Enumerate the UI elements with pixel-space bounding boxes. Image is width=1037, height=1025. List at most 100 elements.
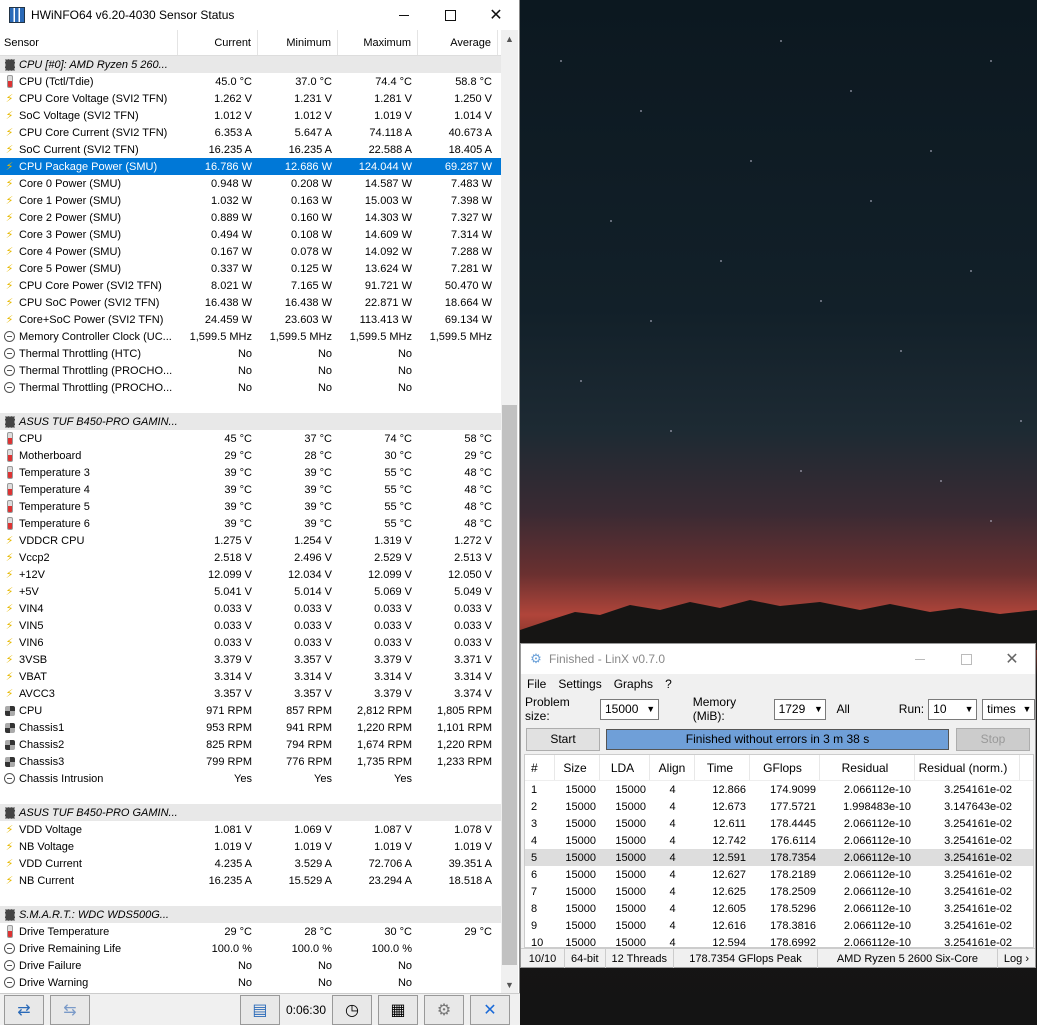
sensor-row[interactable]: 3VSB 3.379 V 3.357 V 3.379 V 3.371 V: [0, 651, 501, 668]
sensor-row[interactable]: Temperature 3 39 °C 39 °C 55 °C 48 °C: [0, 464, 501, 481]
clock-reset-icon[interactable]: ◷: [332, 994, 372, 1025]
sensor-row[interactable]: Chassis Intrusion Yes Yes Yes: [0, 770, 501, 787]
sensor-row[interactable]: VIN4 0.033 V 0.033 V 0.033 V 0.033 V: [0, 600, 501, 617]
sensor-row[interactable]: VDD Current 4.235 A 3.529 A 72.706 A 39.351 …: [0, 855, 501, 872]
sensor-row[interactable]: NB Current 16.235 A 15.529 A 23.294 A 18.518…: [0, 872, 501, 889]
column-header-residual[interactable]: Residual: [820, 755, 915, 780]
sensor-row[interactable]: Drive Warning No No No: [0, 974, 501, 991]
sensor-row[interactable]: Thermal Throttling (PROCHO... No No No: [0, 379, 501, 396]
stop-button[interactable]: Stop: [956, 727, 1030, 751]
sensor-row[interactable]: Core 2 Power (SMU) 0.889 W 0.160 W 14.303 W…: [0, 209, 501, 226]
column-header-current[interactable]: Current: [178, 30, 258, 55]
sensor-row[interactable]: Temperature 5 39 °C 39 °C 55 °C 48 °C: [0, 498, 501, 515]
linx-titlebar[interactable]: ⚙ Finished - LinX v0.7.0 ✕: [521, 644, 1035, 674]
column-header-gflops[interactable]: GFlops: [750, 755, 820, 780]
sensor-row[interactable]: +5V 5.041 V 5.014 V 5.069 V 5.049 V: [0, 583, 501, 600]
result-row[interactable]: 1 15000 15000 4 12.866 174.9099 2.066112e-10 3.…: [525, 781, 1033, 798]
sensor-group-header[interactable]: ASUS TUF B450-PRO GAMIN...: [0, 804, 501, 821]
sensor-row[interactable]: CPU Core Voltage (SVI2 TFN) 1.262 V 1.231 …: [0, 90, 501, 107]
sensor-row[interactable]: CPU SoC Power (SVI2 TFN) 16.438 W 16.438 W…: [0, 294, 501, 311]
sensor-row[interactable]: Memory Controller Clock (UC... 1,599.5 MH…: [0, 328, 501, 345]
sensor-row[interactable]: AVCC3 3.357 V 3.357 V 3.379 V 3.374 V: [0, 685, 501, 702]
all-memory-option[interactable]: All: [836, 702, 849, 716]
close-sensors-icon[interactable]: ✕: [470, 994, 510, 1025]
sensor-group-header[interactable]: S.M.A.R.T.: WDC WDS500G...: [0, 906, 501, 923]
menu-graphs[interactable]: Graphs: [608, 677, 659, 691]
column-header-sensor[interactable]: Sensor: [0, 30, 178, 55]
sensor-row[interactable]: Thermal Throttling (HTC) No No No: [0, 345, 501, 362]
menu-settings[interactable]: Settings: [552, 677, 607, 691]
network-icon[interactable]: ▤: [239, 994, 280, 1025]
sensor-row[interactable]: CPU Core Current (SVI2 TFN) 6.353 A 5.647 …: [0, 124, 501, 141]
menu-file[interactable]: File: [521, 677, 552, 691]
sensor-group-header[interactable]: CPU [#0]: AMD Ryzen 5 260...: [0, 56, 501, 73]
result-row[interactable]: 4 15000 15000 4 12.742 176.6114 2.066112e-10 3.…: [525, 832, 1033, 849]
sensor-row[interactable]: CPU (Tctl/Tdie) 45.0 °C 37.0 °C 74.4 °C 58.8…: [0, 73, 501, 90]
run-unit-select[interactable]: times ▼: [982, 698, 1035, 720]
column-header-average[interactable]: Average: [418, 30, 498, 55]
sensor-row[interactable]: Core 5 Power (SMU) 0.337 W 0.125 W 13.624 W…: [0, 260, 501, 277]
scroll-up-arrow-icon[interactable]: ▲: [501, 30, 518, 47]
start-button[interactable]: Start: [526, 727, 600, 751]
sensor-row[interactable]: Drive Failure No No No: [0, 957, 501, 974]
report-log-icon[interactable]: ▦: [378, 994, 418, 1025]
sensor-row[interactable]: Core 0 Power (SMU) 0.948 W 0.208 W 14.587 W…: [0, 175, 501, 192]
linx-close-button[interactable]: ✕: [989, 644, 1035, 674]
sensor-row[interactable]: +12V 12.099 V 12.034 V 12.099 V 12.050 V: [0, 566, 501, 583]
sensor-row[interactable]: Temperature 4 39 °C 39 °C 55 °C 48 °C: [0, 481, 501, 498]
column-header-lda[interactable]: LDA: [600, 755, 650, 780]
run-count-select[interactable]: 10 ▼: [928, 698, 978, 720]
sensor-row[interactable]: Core+SoC Power (SVI2 TFN) 24.459 W 23.603 …: [0, 311, 501, 328]
scrollbar-thumb[interactable]: [502, 405, 517, 965]
result-row[interactable]: 7 15000 15000 4 12.625 178.2509 2.066112e-10 3.…: [525, 883, 1033, 900]
sensor-row[interactable]: Core 1 Power (SMU) 1.032 W 0.163 W 15.003 W…: [0, 192, 501, 209]
sensor-row[interactable]: SoC Current (SVI2 TFN) 16.235 A 16.235 A 22…: [0, 141, 501, 158]
column-header-size[interactable]: Size: [555, 755, 600, 780]
result-row[interactable]: 10 15000 15000 4 12.594 178.6992 2.066112e-10 3…: [525, 934, 1033, 948]
log-button[interactable]: Log ›: [998, 949, 1035, 968]
result-row[interactable]: 3 15000 15000 4 12.611 178.4445 2.066112e-10 3.…: [525, 815, 1033, 832]
sensor-row[interactable]: CPU 971 RPM 857 RPM 2,812 RPM 1,805 RPM: [0, 702, 501, 719]
sensor-row[interactable]: Chassis1 953 RPM 941 RPM 1,220 RPM 1,101 RPM: [0, 719, 501, 736]
result-row[interactable]: 5 15000 15000 4 12.591 178.7354 2.066112e-10 3.…: [525, 849, 1033, 866]
result-row[interactable]: 8 15000 15000 4 12.605 178.5296 2.066112e-10 3.…: [525, 900, 1033, 917]
sensor-row[interactable]: VIN6 0.033 V 0.033 V 0.033 V 0.033 V: [0, 634, 501, 651]
sensor-row[interactable]: Temperature 6 39 °C 39 °C 55 °C 48 °C: [0, 515, 501, 532]
linx-minimize-button[interactable]: [897, 644, 943, 674]
sensor-row[interactable]: VIN5 0.033 V 0.033 V 0.033 V 0.033 V: [0, 617, 501, 634]
menu-help[interactable]: ?: [659, 677, 678, 691]
sensor-row[interactable]: NB Voltage 1.019 V 1.019 V 1.019 V 1.019 V: [0, 838, 501, 855]
result-row[interactable]: 2 15000 15000 4 12.673 177.5721 1.998483e-10 3.…: [525, 798, 1033, 815]
sensor-row[interactable]: Drive Temperature 29 °C 28 °C 30 °C 29 °C: [0, 923, 501, 940]
memory-select[interactable]: 1729 ▼: [773, 698, 827, 720]
sensor-row[interactable]: Thermal Throttling (PROCHO... No No No: [0, 362, 501, 379]
column-header-minimum[interactable]: Minimum: [258, 30, 338, 55]
close-button[interactable]: ✕: [473, 0, 519, 30]
minimize-button[interactable]: [381, 0, 427, 30]
sensor-row[interactable]: Core 3 Power (SMU) 0.494 W 0.108 W 14.609 W…: [0, 226, 501, 243]
result-row[interactable]: 6 15000 15000 4 12.627 178.2189 2.066112e-10 3.…: [525, 866, 1033, 883]
sensor-row[interactable]: CPU Core Power (SVI2 TFN) 8.021 W 7.165 W 9…: [0, 277, 501, 294]
sensor-row[interactable]: Vccp2 2.518 V 2.496 V 2.529 V 2.513 V: [0, 549, 501, 566]
linx-maximize-button[interactable]: [943, 644, 989, 674]
column-header-index[interactable]: #: [525, 755, 555, 780]
sensor-row[interactable]: SoC Voltage (SVI2 TFN) 1.012 V 1.012 V 1.01…: [0, 107, 501, 124]
problem-size-select[interactable]: 15000 ▼: [600, 698, 659, 720]
column-header-residual-norm[interactable]: Residual (norm.): [915, 755, 1020, 780]
result-row[interactable]: 9 15000 15000 4 12.616 178.3816 2.066112e-10 3.…: [525, 917, 1033, 934]
sensor-row[interactable]: Core 4 Power (SMU) 0.167 W 0.078 W 14.092 W…: [0, 243, 501, 260]
sensor-row[interactable]: VDDCR CPU 1.275 V 1.254 V 1.319 V 1.272 V: [0, 532, 501, 549]
scroll-down-arrow-icon[interactable]: ▼: [501, 976, 518, 993]
maximize-button[interactable]: [427, 0, 473, 30]
collapse-arrows-icon[interactable]: ⇆: [50, 994, 90, 1025]
sensor-row[interactable]: Chassis2 825 RPM 794 RPM 1,674 RPM 1,220 RPM: [0, 736, 501, 753]
settings-gear-icon[interactable]: ⚙: [424, 994, 464, 1025]
sensor-row[interactable]: Motherboard 29 °C 28 °C 30 °C 29 °C: [0, 447, 501, 464]
sensor-row[interactable]: CPU 45 °C 37 °C 74 °C 58 °C: [0, 430, 501, 447]
sensor-row[interactable]: VBAT 3.314 V 3.314 V 3.314 V 3.314 V: [0, 668, 501, 685]
expand-arrows-icon[interactable]: ⇄: [4, 994, 44, 1025]
sensor-row[interactable]: Drive Remaining Life 100.0 % 100.0 % 100.0 …: [0, 940, 501, 957]
hwinfo-titlebar[interactable]: HWiNFO64 v6.20-4030 Sensor Status ✕: [0, 0, 519, 30]
sensor-row[interactable]: VDD Voltage 1.081 V 1.069 V 1.087 V 1.078 V: [0, 821, 501, 838]
column-header-align[interactable]: Align: [650, 755, 695, 780]
